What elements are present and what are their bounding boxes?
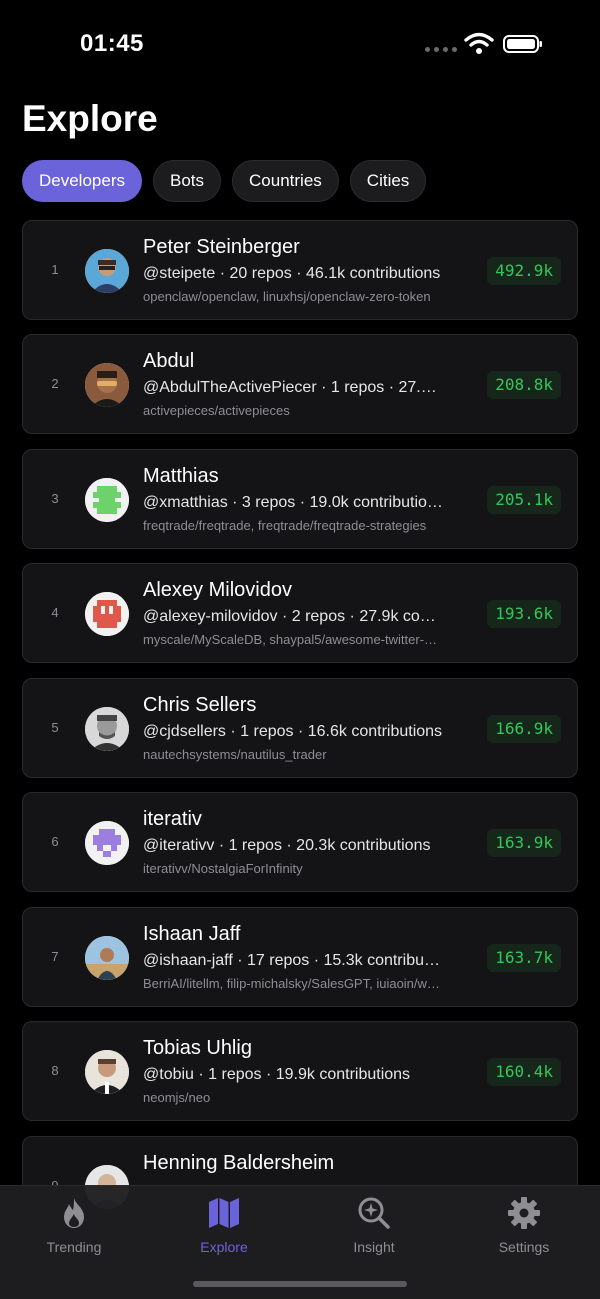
developer-repos: nautechsystems/nautilus_trader [143,747,327,762]
status-time: 01:45 [80,30,144,57]
developer-name: Chris Sellers [143,694,257,716]
developer-card[interactable]: 2 Abdul @AbdulTheActivePiecer · 1 repos … [22,334,578,434]
tab-label: Insight [353,1239,395,1255]
rank-number: 3 [51,491,59,506]
developer-meta: @xmatthias · 3 repos · 19.0k contributio… [143,494,443,511]
developer-card[interactable]: 8 Tobias Uhlig @tobiu · 1 repos · 19.9k … [22,1021,578,1121]
filter-chips: Developers Bots Countries Cities [22,160,427,202]
tab-settings[interactable]: Settings [464,1196,584,1266]
avatar [85,707,129,751]
gear-icon [508,1197,540,1229]
map-icon [209,1198,239,1228]
tab-trending[interactable]: Trending [14,1196,134,1266]
developer-name: Abdul [143,350,195,372]
tab-insight[interactable]: Insight [314,1196,434,1266]
avatar [85,478,129,522]
developer-meta: @iterativv · 1 repos · 20.3k contributio… [143,837,431,854]
tab-bar: Trending Explore Insight Settings [0,1185,600,1299]
developer-name: Henning Baldersheim [143,1152,335,1174]
tab-label: Trending [46,1239,102,1255]
developer-card[interactable]: 6 iterativ @iterativv · 1 repos · 20.3k … [22,792,578,892]
developer-repos: BerriAI/litellm, filip-michalsky/SalesGP… [143,976,443,991]
rank-number: 5 [51,720,59,735]
battery-icon [503,35,542,53]
avatar [85,1050,129,1094]
chip-developers[interactable]: Developers [22,160,142,202]
developer-name: Matthias [143,465,219,487]
score-badge: 205.1k [487,486,561,514]
chip-bots[interactable]: Bots [153,160,222,202]
developer-repos: activepieces/activepieces [143,403,290,418]
developer-repos: openclaw/openclaw, linuxhsj/openclaw-zer… [143,289,431,304]
developer-meta: @ishaan-jaff · 17 repos · 15.3k contribu… [143,952,443,969]
developer-repos: iterativv/NostalgiaForInfinity [143,861,303,876]
developer-meta: @steipete · 20 repos · 46.1k contributio… [143,265,441,282]
developer-card[interactable]: 5 Chris Sellers @cjdsellers · 1 repos · … [22,678,578,778]
rank-number: 8 [51,1063,59,1078]
magnifier-sparkle-icon [358,1197,390,1229]
rank-number: 2 [51,376,59,391]
tab-label: Settings [498,1239,550,1255]
avatar [85,592,129,636]
chip-cities[interactable]: Cities [349,160,427,202]
score-badge: 208.8k [487,371,561,399]
developer-repos: neomjs/neo [143,1090,211,1105]
flame-icon [64,1198,84,1228]
home-indicator [193,1281,407,1287]
developer-name: Ishaan Jaff [143,923,241,945]
developer-meta: @alexey-milovidov · 2 repos · 27.9k cont… [143,608,443,625]
score-badge: 163.7k [487,944,561,972]
rank-number: 6 [51,834,59,849]
tab-explore[interactable]: Explore [164,1196,284,1266]
avatar [85,363,129,407]
chip-countries[interactable]: Countries [232,160,339,202]
score-badge: 193.6k [487,600,561,628]
avatar [85,249,129,293]
developer-card[interactable]: 7 Ishaan Jaff @ishaan-jaff · 17 repos · … [22,907,578,1007]
avatar [85,936,129,980]
developer-repos: freqtrade/freqtrade, freqtrade/freqtrade… [143,518,427,533]
rank-number: 7 [51,949,59,964]
status-bar: 01:45 [0,0,600,90]
score-badge: 163.9k [487,829,561,857]
developer-meta: @tobiu · 1 repos · 19.9k contributions [143,1066,411,1083]
tab-label: Explore [200,1239,248,1255]
developer-meta: @AbdulTheActivePiecer · 1 repos · 27.3k … [143,379,443,396]
developer-name: iterativ [143,808,202,830]
page-title: Explore [22,98,158,139]
score-badge: 166.9k [487,715,561,743]
signal-icon [425,47,457,52]
developer-name: Alexey Milovidov [143,579,292,601]
developer-card[interactable]: 3 Matthias @xmatthias · 3 repos · 19.0k … [22,449,578,549]
avatar [85,821,129,865]
rank-number: 1 [51,262,59,277]
rank-number: 4 [51,605,59,620]
score-badge: 492.9k [487,257,561,285]
score-badge: 160.4k [487,1058,561,1086]
developer-meta: @cjdsellers · 1 repos · 16.6k contributi… [143,723,443,740]
developer-card[interactable]: 1 Peter Steinberger @steipete · 20 repos… [22,220,578,320]
developer-repos: myscale/MyScaleDB, shaypal5/awesome-twit… [143,632,443,647]
developer-name: Peter Steinberger [143,236,300,258]
developer-card[interactable]: 4 Alexey Milovidov @alexey-milovidov · 2… [22,563,578,663]
developer-name: Tobias Uhlig [143,1037,252,1059]
wifi-icon [464,32,494,54]
